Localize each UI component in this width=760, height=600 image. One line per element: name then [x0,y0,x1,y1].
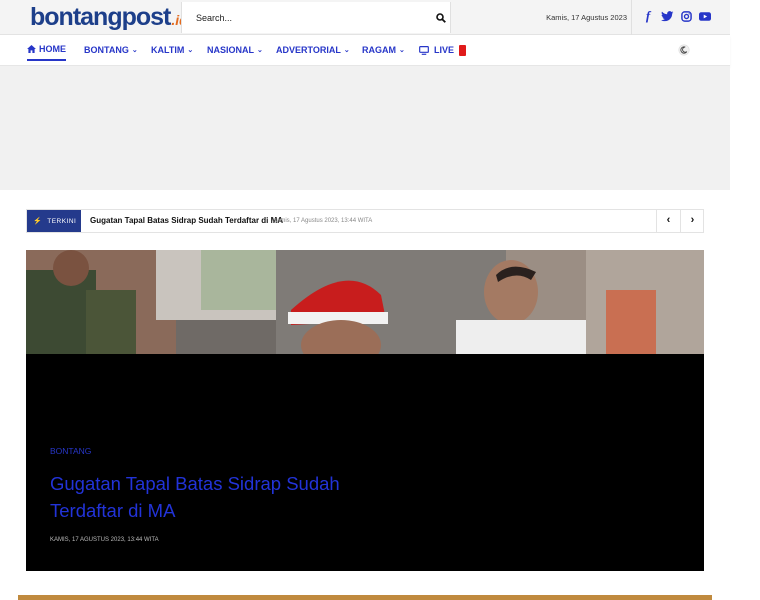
twitter-icon[interactable] [661,10,674,22]
search-icon[interactable] [436,13,446,23]
lightning-icon: ⚡ [33,218,43,225]
logo-text: bontangpost [30,3,171,31]
bottom-accent-bar [18,595,712,600]
nav-item-label: ADVERTORIAL [276,44,341,55]
ticker-label: ⚡ TERKINI [27,210,81,232]
nav-item-label: LIVE [434,44,455,55]
hero-title[interactable]: Gugatan Tapal Batas Sidrap Sudah Terdaft… [50,470,410,524]
ticker-date: Kamis, 17 Agustus 2023, 13:44 WITA [273,218,373,224]
moon-icon[interactable] [678,44,690,56]
header-date: Kamis, 17 Agustus 2023 [540,0,632,35]
search-input[interactable] [182,2,412,33]
main-nav: HOME BONTANG ⌄ KALTIM ⌄ NASIONAL ⌄ ADVERTOR… [0,35,730,66]
facebook-icon[interactable]: f [642,8,654,23]
nav-item-ragam[interactable]: RAGAM ⌄ [362,35,405,65]
ticker-prev-button[interactable]: ‹ [656,210,680,232]
live-indicator [459,44,467,56]
instagram-icon[interactable] [681,10,692,22]
nav-item-nasional[interactable]: NASIONAL ⌄ [207,35,263,65]
nav-item-bontang[interactable]: BONTANG ⌄ [84,35,138,65]
site-logo[interactable]: bontangpost .id [30,2,188,32]
nav-item-label: HOME [39,44,66,54]
chevron-down-icon: ⌄ [343,46,350,54]
youtube-icon[interactable] [699,11,711,21]
ticker-label-text: TERKINI [47,217,77,225]
hero-featured-post[interactable]: BONTANG Gugatan Tapal Batas Sidrap Sudah… [26,250,704,571]
nav-item-label: BONTANG [84,44,129,55]
hero-date: KAMIS, 17 AGUSTUS 2023, 13:44 WITA [50,537,159,543]
hero-category[interactable]: BONTANG [50,446,91,456]
search-box [181,2,451,33]
nav-item-live[interactable]: LIVE [419,35,467,65]
nav-item-advertorial[interactable]: ADVERTORIAL ⌄ [276,35,350,65]
chevron-down-icon: ⌄ [131,46,138,54]
nav-item-label: KALTIM [151,44,185,55]
ticker-next-button[interactable]: › [680,210,704,232]
top-header: bontangpost.id Kamis, 17 Agustus 2023 f [0,0,730,35]
chevron-down-icon: ⌄ [187,46,194,54]
nav-item-label: RAGAM [362,44,396,55]
nav-item-kaltim[interactable]: KALTIM ⌄ [151,35,193,65]
home-icon [27,45,36,53]
nav-item-label: NASIONAL [207,44,254,55]
chevron-down-icon: ⌄ [399,46,405,54]
monitor-icon [419,45,429,55]
nav-item-home[interactable]: HOME [27,39,66,61]
social-links: f [642,8,711,23]
hero-image[interactable] [26,250,704,354]
ad-banner-area [0,66,730,190]
ticker-headline[interactable]: Gugatan Tapal Batas Sidrap Sudah Terdaft… [90,210,283,232]
news-ticker: ⚡ TERKINI Gugatan Tapal Batas Sidrap Sud… [26,209,704,233]
chevron-down-icon: ⌄ [257,46,263,54]
